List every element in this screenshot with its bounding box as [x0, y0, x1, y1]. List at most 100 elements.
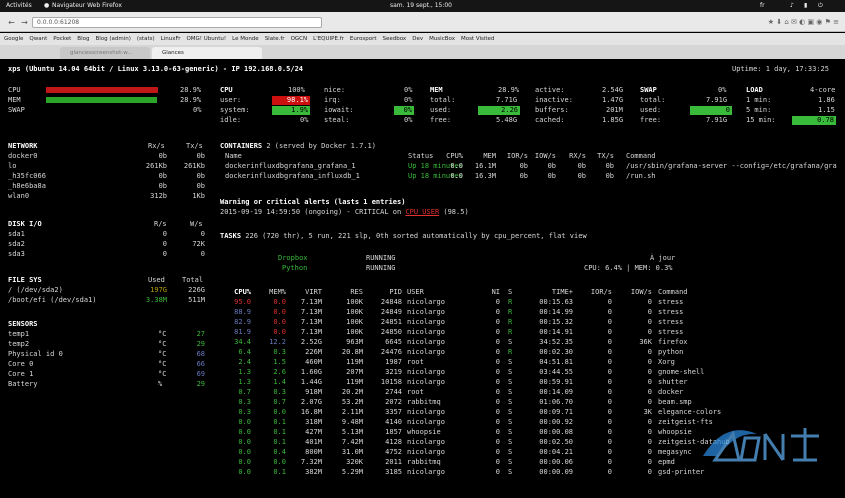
battery-icon[interactable]: ▮ [804, 0, 807, 12]
process-cell: 3K [643, 408, 652, 416]
cpu-irq-value: 0% [404, 96, 413, 104]
load-5min-label: 5 min: [746, 106, 772, 114]
process-cell: 0 [607, 398, 612, 406]
bookmark-item[interactable]: (stats) [137, 36, 155, 42]
quicklook-cpu-label: CPU [8, 86, 21, 94]
process-cell: 2.07G [300, 398, 322, 406]
tab-glances[interactable]: Glances [152, 47, 262, 59]
volume-icon[interactable]: ♪ [790, 0, 794, 12]
bookmark-item[interactable]: Slate.fr [265, 36, 285, 42]
process-cell: 31.0M [341, 448, 363, 456]
process-cell: nicolargo [407, 438, 445, 446]
process-cell: epmd [658, 458, 675, 466]
disk-write-value: 0 [200, 230, 205, 238]
activities-button[interactable]: Activités [6, 0, 32, 12]
amp-python-status: RUNNING [366, 264, 396, 272]
bookmark-item[interactable]: L'EQUIPE.fr [313, 36, 344, 42]
forward-icon[interactable]: → [19, 17, 30, 28]
process-cell: S [508, 358, 513, 366]
network-interface-name: docker0 [8, 152, 38, 160]
app-menu[interactable]: Navigateur Web Firefox [52, 0, 122, 12]
process-cell: 24848 [380, 298, 402, 306]
process-cell: 24849 [380, 308, 402, 316]
swap-total-label: total: [640, 96, 666, 104]
tab-screenshot[interactable]: glancesscreenshot-w... [60, 47, 150, 59]
bookmark-item[interactable]: OGCN [291, 36, 308, 42]
process-cell: S [508, 408, 513, 416]
container-cell: 0.0 [450, 162, 463, 170]
bookmark-item[interactable]: Le Monde [232, 36, 259, 42]
bookmark-item[interactable]: LinuxFr [161, 36, 181, 42]
network-rx-value: 0b [158, 182, 167, 190]
url-input[interactable]: 0.0.0.0:61208 [32, 17, 322, 28]
process-cell: 0 [495, 438, 500, 446]
mem-buffers-label: buffers: [535, 106, 569, 114]
process-cell: 95.0 [234, 298, 251, 306]
fs-total-header: Total [182, 276, 204, 284]
container-col-header: MEM [483, 152, 496, 160]
back-icon[interactable]: ← [6, 17, 17, 28]
process-cell: 0.1 [273, 428, 286, 436]
bookmark-item[interactable]: MusicBox [429, 36, 455, 42]
process-cell: 0 [647, 318, 652, 326]
process-cell: 0 [607, 308, 612, 316]
process-cell: 3219 [385, 368, 402, 376]
process-cell: 0 [495, 468, 500, 476]
bookmark-item[interactable]: OMG! Ubuntu! [186, 36, 226, 42]
process-cell: nicolargo [407, 298, 445, 306]
process-cell: 0.0 [273, 408, 286, 416]
bookmark-item[interactable]: Pocket [53, 36, 71, 42]
bookmarks-toolbar: Google Qwant Pocket Blog Blog (admin) (stats)… [0, 33, 845, 45]
bookmark-item[interactable]: Most Visited [461, 36, 494, 42]
process-cell: 0 [607, 318, 612, 326]
clock[interactable]: sam. 19 sept., 15:00 [390, 0, 452, 12]
bookmark-item[interactable]: Blog [77, 36, 89, 42]
language-indicator[interactable]: fr [760, 0, 765, 12]
cpu-idle-label: idle: [220, 116, 242, 124]
process-cell: 81.9 [234, 328, 251, 336]
bookmark-item[interactable]: Seedbox [383, 36, 407, 42]
disk-title: DISK I/O [8, 220, 42, 228]
network-title: NETWORK [8, 142, 38, 150]
mem-used-value: 2.26 [478, 106, 520, 115]
bookmark-item[interactable]: Qwant [29, 36, 47, 42]
process-cell: R [508, 298, 513, 306]
power-icon[interactable]: ⏻ [818, 0, 823, 12]
alerts-title: Warning or critical alerts (lasts 1 entr… [220, 198, 406, 206]
process-cell: nicolargo [407, 328, 445, 336]
container-col-header: IOW/s [534, 152, 556, 160]
process-cell: 3357 [385, 408, 402, 416]
navigation-bar: ← → 0.0.0.0:61208 ★ ⬇ ⌂ ✉ ◐ ▣ ◉ ⚑ ≡ [0, 12, 845, 32]
bookmark-item[interactable]: Google [4, 36, 23, 42]
cpu-total: 100% [288, 86, 305, 94]
process-cell: 1987 [385, 358, 402, 366]
sensor-unit: °C [158, 360, 167, 368]
bookmark-item[interactable]: Blog (admin) [95, 36, 130, 42]
process-cell: 0.0 [273, 458, 286, 466]
cpu-system-label: system: [220, 106, 250, 114]
swap-pct: 0% [718, 86, 727, 94]
sensor-unit: °C [158, 340, 167, 348]
process-col-header: RES [350, 288, 363, 296]
toolbar-icons[interactable]: ★ ⬇ ⌂ ✉ ◐ ▣ ◉ ⚑ ≡ [768, 18, 839, 26]
sensor-value: 27 [196, 330, 205, 338]
glances-page: xps (Ubuntu 14.04 64bit / Linux 3.13.0-6… [0, 60, 845, 498]
process-cell: 2744 [385, 388, 402, 396]
process-cell: 3185 [385, 468, 402, 476]
process-cell: 5.13M [341, 428, 363, 436]
process-cell: 00:00.09 [539, 468, 573, 476]
mem-free-value: 5.48G [496, 116, 518, 124]
bookmark-item[interactable]: Dev [412, 36, 423, 42]
process-cell: 2.6 [273, 368, 286, 376]
process-cell: 0.1 [273, 418, 286, 426]
process-cell: 0.1 [273, 468, 286, 476]
container-cell: dockerinfluxdbgrafana_influxdb_1 [225, 172, 360, 180]
mem-title: MEM [430, 86, 443, 94]
process-cell: 4140 [385, 418, 402, 426]
process-cell: 00:15.32 [539, 318, 573, 326]
sensors-title: SENSORS [8, 320, 38, 328]
process-cell: 0.3 [238, 408, 251, 416]
container-cell: 0b [577, 172, 586, 180]
tab-strip: glancesscreenshot-w... Glances [0, 45, 845, 59]
bookmark-item[interactable]: Eurosport [350, 36, 377, 42]
